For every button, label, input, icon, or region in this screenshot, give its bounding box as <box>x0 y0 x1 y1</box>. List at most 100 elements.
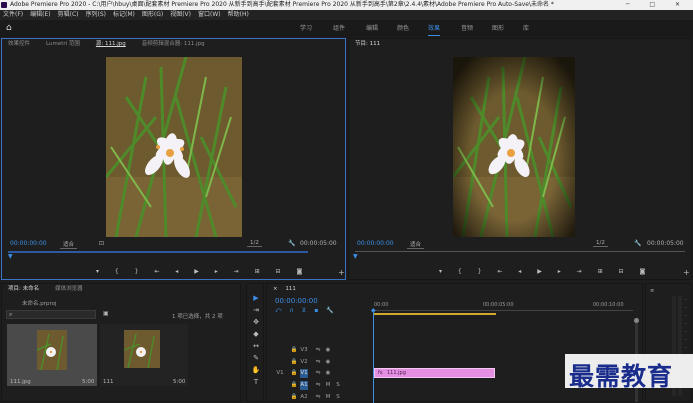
workspace-learn[interactable]: 学习 <box>300 20 312 37</box>
menu-view[interactable]: 视图(V) <box>170 11 191 18</box>
tab-lumetri-scopes[interactable]: Lumetri 范围 <box>46 41 80 47</box>
track-mute-icon[interactable]: M <box>324 381 332 390</box>
tab-audio-clip-mixer[interactable]: 音频剪辑混合器: 111.jpg <box>142 41 205 47</box>
program-transport-controls[interactable]: ▾ { } ⇤ ◂ ▶ ▸ ⇥ ⊞ ⊟ ◙ <box>439 268 652 275</box>
project-search-input[interactable]: ⌕ <box>6 310 96 319</box>
workspace-audio[interactable]: 音频 <box>461 20 473 37</box>
program-playhead-icon[interactable]: ▼ <box>353 253 358 260</box>
timeline-toolbar[interactable]: ⤺∩⊻▪🔧 <box>275 307 342 315</box>
program-timecode-left[interactable]: 00:00:00:00 <box>357 240 394 247</box>
scroll-handle[interactable] <box>634 318 639 323</box>
track-id[interactable]: A1 <box>300 381 308 390</box>
menu-edit[interactable]: 编辑(E) <box>30 11 50 18</box>
track-row-v2: 🔒 V2 ⇋ ◉ <box>266 358 366 368</box>
source-ratio-select[interactable]: 1/2 <box>247 240 262 247</box>
menu-sequence[interactable]: 序列(S) <box>86 11 107 18</box>
program-preview-image <box>453 57 575 237</box>
project-item[interactable] <box>7 324 97 386</box>
track-mute-icon[interactable]: M <box>324 393 332 402</box>
bin-icon[interactable]: ▣ <box>103 310 109 317</box>
source-transport-controls[interactable]: ▾ { } ⇤ ◂ ▶ ▸ ⇥ ⊞ ⊟ ◙ <box>96 268 309 275</box>
track-solo-icon[interactable]: S <box>334 393 342 402</box>
hand-tool-icon[interactable]: ✋ <box>251 364 261 376</box>
source-settings-icon[interactable]: ⊡ <box>99 240 104 247</box>
track-row-a2: 🔒 A2 ⇋ M S <box>266 393 366 403</box>
ripple-edit-tool-icon[interactable]: ✥ <box>251 316 261 328</box>
project-item[interactable] <box>100 324 188 386</box>
source-timecode-right[interactable]: 00:00:05:00 <box>300 240 337 247</box>
menu-graphics[interactable]: 图形(G) <box>142 11 163 18</box>
meter-menu-icon[interactable]: ≡ <box>650 288 662 294</box>
workspace-effects[interactable]: 效果 <box>428 22 441 36</box>
type-tool-icon[interactable]: T <box>251 376 261 388</box>
program-wrench-icon[interactable]: 🔧 <box>634 240 641 247</box>
source-fit-select[interactable]: 适合 <box>60 240 78 249</box>
track-id[interactable]: V3 <box>300 346 308 355</box>
program-add-button[interactable]: + <box>683 268 690 277</box>
track-sync-icon[interactable]: ⇋ <box>314 346 322 355</box>
pen-tool-icon[interactable]: ✎ <box>251 352 261 364</box>
track-id[interactable]: V2 <box>300 358 308 367</box>
home-icon[interactable]: ⌂ <box>6 20 12 37</box>
sequence-item-duration: 5:00 <box>173 379 186 385</box>
tab-program[interactable]: 节目: 111 <box>355 41 380 47</box>
menu-marker[interactable]: 标记(M) <box>113 11 135 18</box>
track-row-v1: V1 🔒 V1 ⇋ ◉ <box>266 369 366 379</box>
source-timecode-left[interactable]: 00:00:00:00 <box>10 240 47 247</box>
track-solo-icon[interactable]: S <box>334 381 342 390</box>
program-scrub-bar[interactable] <box>355 251 685 252</box>
track-sync-icon[interactable]: ⇋ <box>314 369 322 378</box>
ruler-label: 00:00:05:00 <box>483 302 514 308</box>
tab-sequence[interactable]: × 111 <box>273 286 306 292</box>
workspace-assembly[interactable]: 组件 <box>333 20 345 37</box>
workspace-color[interactable]: 颜色 <box>397 20 409 37</box>
track-eye-icon[interactable]: ◉ <box>324 358 332 367</box>
track-sync-icon[interactable]: ⇋ <box>314 393 322 402</box>
tab-effect-controls[interactable]: 效果控件 <box>8 41 30 47</box>
tab-media-browser[interactable]: 媒体浏览器 <box>55 286 83 292</box>
track-lock-icon[interactable]: 🔒 <box>290 346 298 355</box>
track-id[interactable]: V1 <box>300 369 308 378</box>
source-scrub-bar[interactable] <box>8 251 308 253</box>
timeline-clip[interactable]: fx 111.jpg <box>374 368 495 378</box>
wrench-icon[interactable]: 🔧 <box>288 240 295 247</box>
ruler-track[interactable] <box>373 310 633 311</box>
window-controls[interactable]: ─ □ ✕ <box>626 0 689 10</box>
program-timecode-right[interactable]: 00:00:05:00 <box>647 240 684 247</box>
menu-clip[interactable]: 剪辑(C) <box>58 11 79 18</box>
track-id[interactable]: A2 <box>300 393 308 402</box>
source-patch-v1[interactable]: V1 <box>276 369 284 378</box>
track-select-tool-icon[interactable]: ⇥ <box>251 304 261 316</box>
track-eye-icon[interactable]: ◉ <box>324 369 332 378</box>
tab-source[interactable]: 源: 111.jpg <box>96 41 126 47</box>
track-lock-icon[interactable]: 🔒 <box>290 393 298 402</box>
workspace-libraries[interactable]: 库 <box>523 20 529 37</box>
source-playhead-icon[interactable]: ▼ <box>8 253 13 260</box>
track-sync-icon[interactable]: ⇋ <box>314 381 322 390</box>
timeline-timecode[interactable]: 00:00:00:00 <box>275 297 318 305</box>
program-fit-select[interactable]: 适合 <box>407 240 425 249</box>
track-row-v3: 🔒 V3 ⇋ ◉ <box>266 346 366 356</box>
menu-file[interactable]: 文件(F) <box>3 11 23 18</box>
playhead-icon[interactable]: ◆ <box>371 307 376 314</box>
slip-tool-icon[interactable]: ↔ <box>251 340 261 352</box>
playhead-line[interactable] <box>373 309 374 403</box>
track-lock-icon[interactable]: 🔒 <box>290 369 298 378</box>
track-sync-icon[interactable]: ⇋ <box>314 358 322 367</box>
selection-tool-icon[interactable]: ▶ <box>251 292 261 304</box>
track-lock-icon[interactable]: 🔒 <box>290 381 298 390</box>
workspace-bar: ⌂ 学习 组件 编辑 颜色 效果 音频 图形 库 <box>0 20 693 37</box>
program-ratio-select[interactable]: 1/2 <box>593 240 608 247</box>
menu-help[interactable]: 帮助(H) <box>228 11 249 18</box>
workspace-graphics[interactable]: 图形 <box>492 20 504 37</box>
work-area-bar[interactable] <box>374 313 496 315</box>
source-add-button[interactable]: + <box>338 268 345 277</box>
track-eye-icon[interactable]: ◉ <box>324 346 332 355</box>
track-lock-icon[interactable]: 🔒 <box>290 358 298 367</box>
sequence-item-name: 111 <box>103 379 114 385</box>
razor-tool-icon[interactable]: ◆ <box>251 328 261 340</box>
watermark-box: 最需教育 <box>565 354 693 391</box>
menu-window[interactable]: 窗口(W) <box>198 11 221 18</box>
tab-project[interactable]: 项目: 未命名 <box>8 286 39 292</box>
workspace-editing[interactable]: 编辑 <box>366 20 378 37</box>
